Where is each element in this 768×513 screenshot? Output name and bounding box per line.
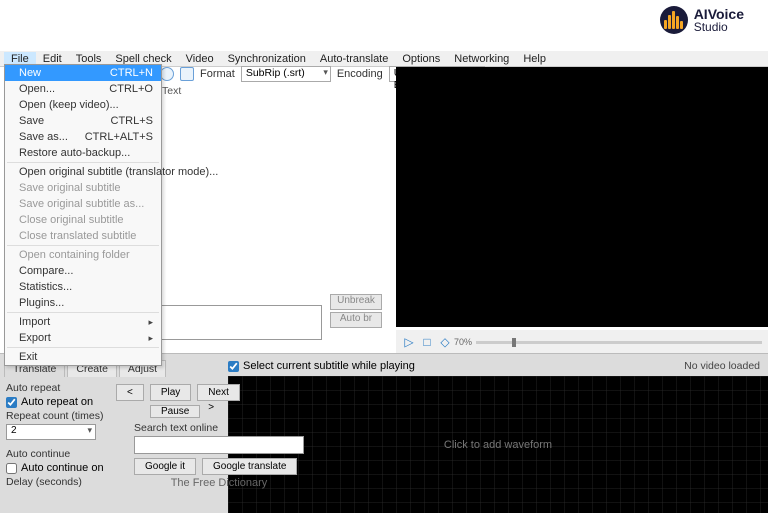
file-open-orig[interactable]: Open original subtitle (translator mode)… bbox=[5, 164, 161, 180]
autobr-button[interactable]: Auto br bbox=[330, 312, 382, 328]
file-save-orig: Save original subtitle bbox=[5, 180, 161, 196]
subtitle-text-input[interactable] bbox=[142, 305, 322, 340]
file-export[interactable]: Export▸ bbox=[5, 330, 161, 346]
file-import[interactable]: Import▸ bbox=[5, 314, 161, 330]
select-current-check[interactable]: Select current subtitle while playing bbox=[228, 360, 415, 372]
auto-repeat-checkbox[interactable] bbox=[6, 397, 17, 408]
repeat-count-select[interactable]: 2 bbox=[6, 424, 96, 440]
play-button[interactable]: Play bbox=[150, 384, 191, 401]
search-online-label: Search text online bbox=[134, 422, 304, 434]
play-icon[interactable]: ▷ bbox=[402, 335, 416, 349]
encoding-label: Encoding bbox=[337, 68, 383, 80]
file-open[interactable]: Open...CTRL+O bbox=[5, 81, 161, 97]
google-translate-button[interactable]: Google translate bbox=[202, 458, 297, 475]
select-current-label: Select current subtitle while playing bbox=[243, 360, 415, 372]
menu-sync[interactable]: Synchronization bbox=[221, 52, 313, 66]
file-restore[interactable]: Restore auto-backup... bbox=[5, 145, 161, 161]
format-select[interactable]: SubRip (.srt) bbox=[241, 66, 331, 82]
file-save-orig-as: Save original subtitle as... bbox=[5, 196, 161, 212]
logo-icon bbox=[660, 6, 688, 34]
file-plugins[interactable]: Plugins... bbox=[5, 295, 161, 311]
auto-continue-checkbox[interactable] bbox=[6, 463, 17, 474]
help-icon[interactable] bbox=[160, 67, 174, 81]
video-progress[interactable] bbox=[476, 341, 762, 344]
menu-autotranslate[interactable]: Auto-translate bbox=[313, 52, 395, 66]
logo-line2: Studio bbox=[694, 21, 744, 33]
file-compare[interactable]: Compare... bbox=[5, 263, 161, 279]
menu-help[interactable]: Help bbox=[516, 52, 553, 66]
next-play-button[interactable]: Next > bbox=[197, 384, 240, 401]
text-label: Text bbox=[142, 294, 322, 305]
file-exit[interactable]: Exit bbox=[5, 349, 161, 365]
file-new[interactable]: NewCTRL+N bbox=[5, 65, 161, 81]
translate-controls: < Play Next > Pause Auto repeat Auto rep… bbox=[6, 382, 224, 490]
no-video-label: No video loaded bbox=[684, 360, 760, 372]
file-save-as[interactable]: Save as...CTRL+ALT+S bbox=[5, 129, 161, 145]
file-save[interactable]: SaveCTRL+S bbox=[5, 113, 161, 129]
search-online-input[interactable] bbox=[134, 436, 304, 454]
auto-continue-on-label: Auto continue on bbox=[21, 462, 104, 474]
menu-video[interactable]: Video bbox=[179, 52, 221, 66]
file-close-orig: Close original subtitle bbox=[5, 212, 161, 228]
progress-value: 70% bbox=[456, 335, 470, 349]
file-close-trans: Close translated subtitle bbox=[5, 228, 161, 244]
unbreak-button[interactable]: Unbreak bbox=[330, 294, 382, 310]
layout-icon[interactable] bbox=[180, 67, 194, 81]
video-controls: ▷ □ ◇ 70% bbox=[396, 330, 768, 354]
menu-networking[interactable]: Networking bbox=[447, 52, 516, 66]
file-open-keep[interactable]: Open (keep video)... bbox=[5, 97, 161, 113]
logo-line1: AIVoice bbox=[694, 7, 744, 21]
free-dictionary-label: The Free Dictionary bbox=[134, 477, 304, 489]
back-button[interactable]: < bbox=[116, 384, 144, 401]
file-open-folder: Open containing folder bbox=[5, 247, 161, 263]
waveform-panel[interactable]: Click to add waveform bbox=[228, 376, 768, 513]
chevron-right-icon: ▸ bbox=[148, 333, 153, 344]
lower-panel: Translate Create Adjust Select current s… bbox=[0, 353, 768, 513]
file-statistics[interactable]: Statistics... bbox=[5, 279, 161, 295]
pause-button[interactable]: Pause bbox=[150, 405, 200, 418]
stop-icon[interactable]: □ bbox=[420, 335, 434, 349]
fullscreen-icon[interactable]: ◇ bbox=[438, 335, 452, 349]
grid-col-text: Text bbox=[162, 85, 181, 97]
brand-logo: AIVoice Studio bbox=[660, 6, 744, 34]
menu-options[interactable]: Options bbox=[395, 52, 447, 66]
chevron-right-icon: ▸ bbox=[148, 317, 153, 328]
auto-repeat-on-label: Auto repeat on bbox=[21, 396, 93, 408]
file-dropdown: NewCTRL+N Open...CTRL+O Open (keep video… bbox=[4, 64, 162, 366]
format-label: Format bbox=[200, 68, 235, 80]
google-button[interactable]: Google it bbox=[134, 458, 196, 475]
select-current-checkbox[interactable] bbox=[228, 361, 239, 372]
video-panel bbox=[396, 67, 768, 327]
